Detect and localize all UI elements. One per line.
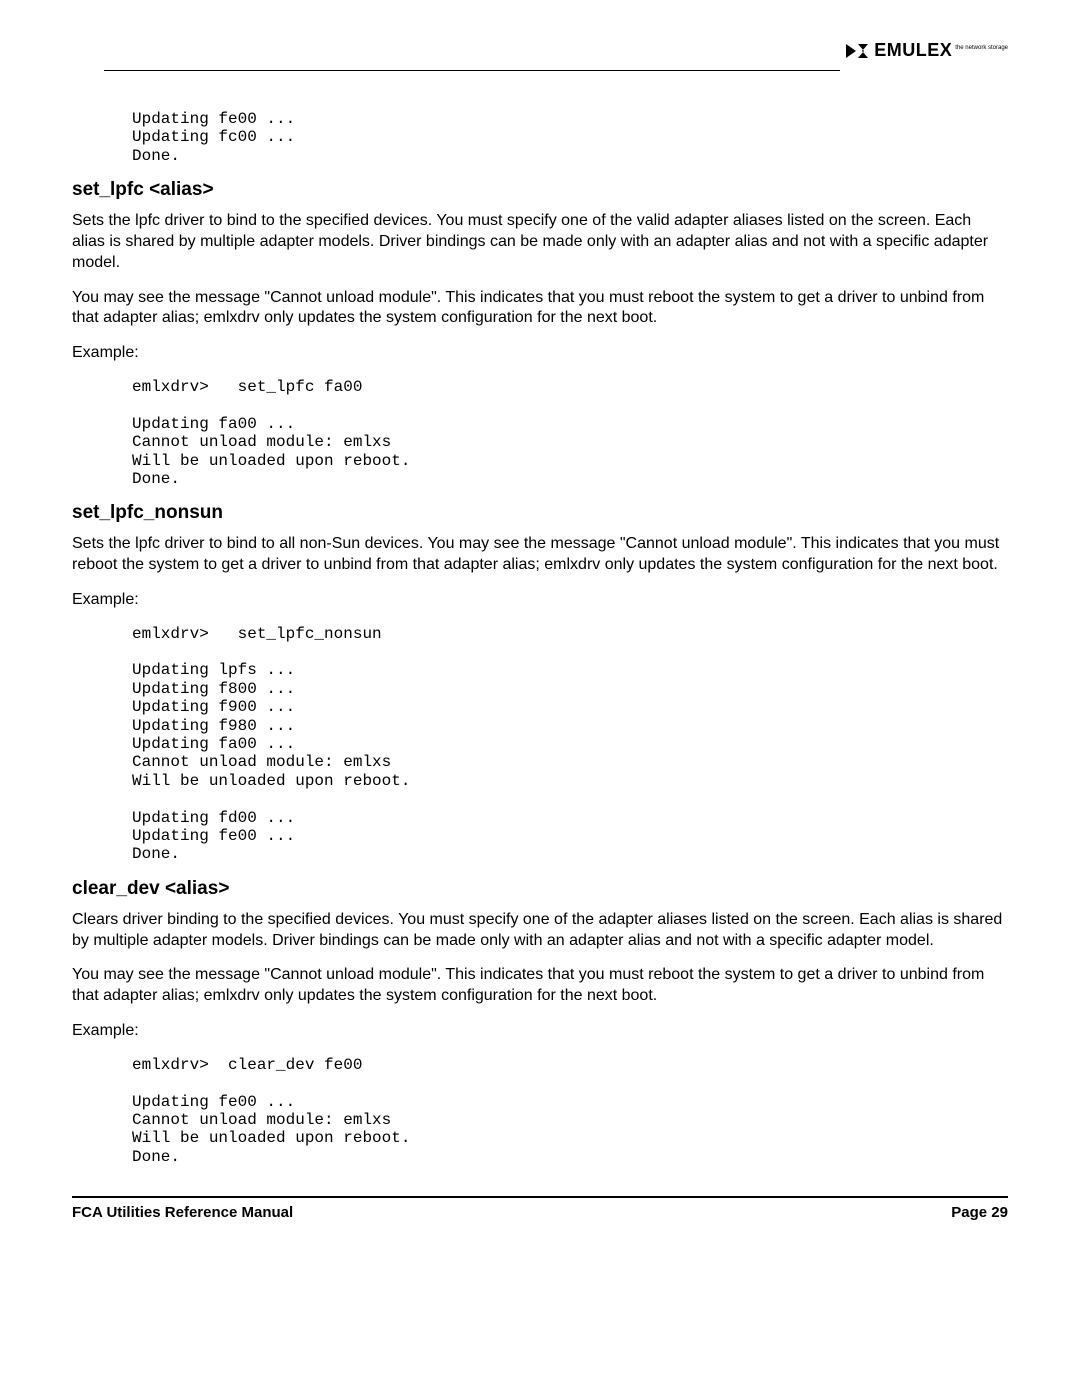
section-heading-set-lpfc: set_lpfc <alias> (72, 179, 1008, 201)
code-block-set-lpfc: emlxdrv> set_lpfc fa00 Updating fa00 ...… (132, 378, 1008, 488)
footer-rule (72, 1196, 1008, 1198)
page: EMULEXthe network storage Updating fe00 … (0, 0, 1080, 1397)
paragraph: Clears driver binding to the specified d… (72, 910, 1008, 952)
brand-name: EMULEXthe network storage (874, 40, 1008, 61)
brand-sub: the network storage (955, 45, 1008, 51)
paragraph: Sets the lpfc driver to bind to all non-… (72, 534, 1008, 576)
code-block-set-lpfc-nonsun: emlxdrv> set_lpfc_nonsun Updating lpfs .… (132, 625, 1008, 864)
footer-left: FCA Utilities Reference Manual (72, 1204, 293, 1221)
paragraph: You may see the message "Cannot unload m… (72, 965, 1008, 1007)
section-heading-set-lpfc-nonsun: set_lpfc_nonsun (72, 502, 1008, 524)
intro-code-block: Updating fe00 ... Updating fc00 ... Done… (132, 110, 1008, 165)
brand-header: EMULEXthe network storage (844, 40, 1008, 61)
paragraph: You may see the message "Cannot unload m… (72, 288, 1008, 330)
content: Updating fe00 ... Updating fc00 ... Done… (72, 110, 1008, 1221)
brand-logo-icon (844, 42, 870, 60)
example-label: Example: (72, 1021, 1008, 1042)
header-rule (104, 70, 840, 71)
example-label: Example: (72, 343, 1008, 364)
paragraph: Sets the lpfc driver to bind to the spec… (72, 211, 1008, 273)
footer-right: Page 29 (951, 1204, 1008, 1221)
code-block-clear-dev: emlxdrv> clear_dev fe00 Updating fe00 ..… (132, 1056, 1008, 1166)
section-heading-clear-dev: clear_dev <alias> (72, 878, 1008, 900)
footer: FCA Utilities Reference Manual Page 29 (72, 1204, 1008, 1221)
example-label: Example: (72, 590, 1008, 611)
